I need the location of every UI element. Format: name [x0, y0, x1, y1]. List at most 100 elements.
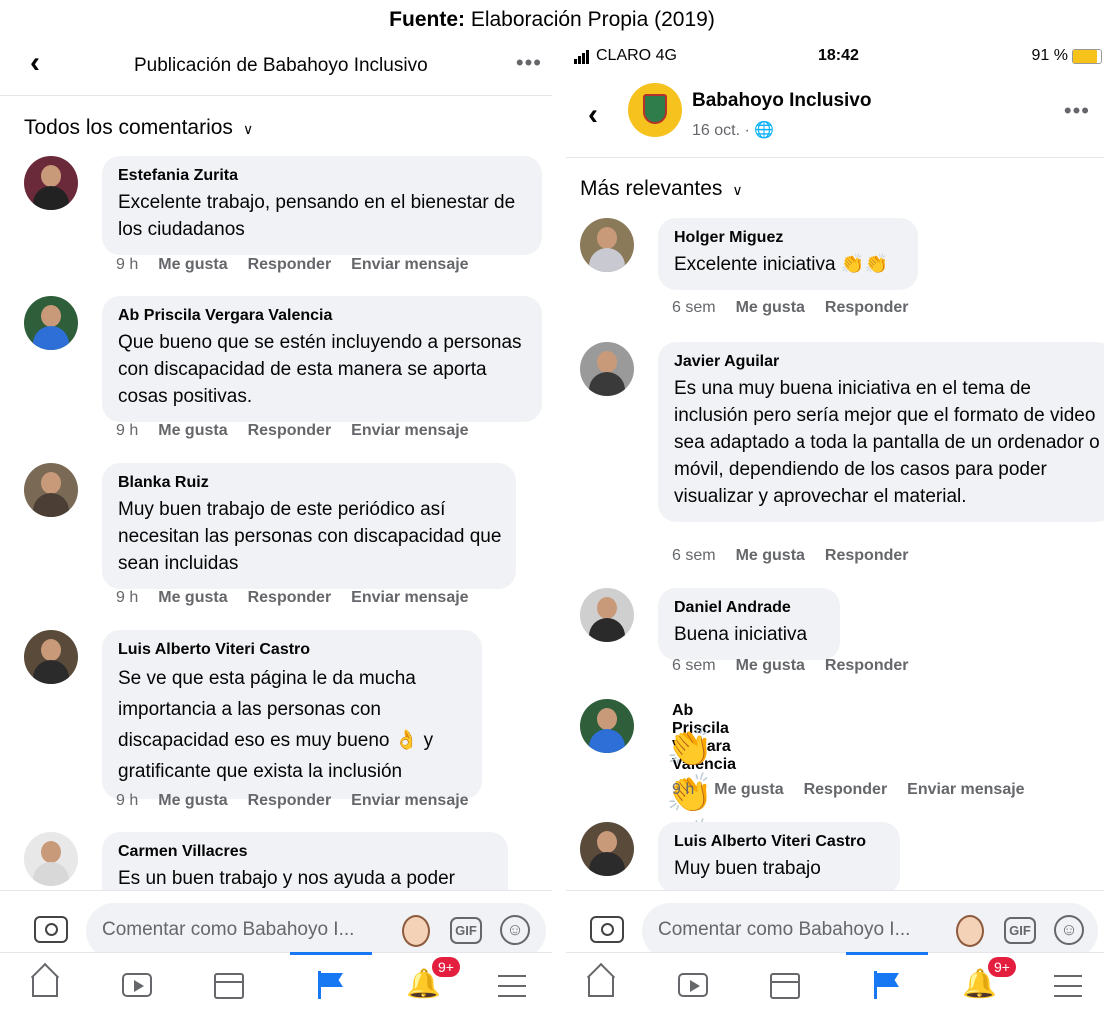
comment-actions: 9 h Me gusta Responder Enviar mensaje: [116, 589, 489, 607]
commenter-name[interactable]: Ab Priscila Vergara Valencia: [118, 307, 528, 325]
avatar[interactable]: [580, 218, 634, 272]
like-button[interactable]: Me gusta: [736, 299, 805, 316]
commenter-name[interactable]: Luis Alberto Viteri Castro: [118, 641, 468, 659]
send-message-button[interactable]: Enviar mensaje: [351, 256, 468, 273]
back-arrow-icon[interactable]: ‹: [30, 48, 40, 78]
reply-button[interactable]: Responder: [248, 256, 332, 273]
tab-marketplace[interactable]: [184, 953, 274, 1012]
post-header: ‹ Publicación de Babahoyo Inclusivo •••: [0, 38, 552, 96]
home-icon: [588, 977, 614, 997]
avatar[interactable]: [580, 699, 634, 753]
flag-icon: [318, 971, 344, 999]
comment-bubble[interactable]: Holger Miguez Excelente iniciativa 👏👏: [658, 218, 918, 290]
avatar[interactable]: [580, 588, 634, 642]
like-button[interactable]: Me gusta: [158, 792, 227, 809]
page-avatar-icon[interactable]: [402, 915, 430, 947]
reply-button[interactable]: Responder: [804, 781, 888, 798]
commenter-name[interactable]: Blanka Ruiz: [118, 474, 502, 492]
comment-placeholder: Comentar como Babahoyo I...: [658, 919, 911, 940]
like-button[interactable]: Me gusta: [714, 781, 783, 798]
commenter-name[interactable]: Daniel Andrade: [674, 599, 826, 617]
comment-placeholder: Comentar como Babahoyo I...: [102, 919, 355, 940]
page-logo[interactable]: [628, 83, 682, 137]
avatar[interactable]: [24, 296, 78, 350]
like-button[interactable]: Me gusta: [158, 422, 227, 439]
marketplace-icon: [214, 973, 244, 999]
like-button[interactable]: Me gusta: [158, 256, 227, 273]
comment-bubble[interactable]: Luis Alberto Viteri Castro Se ve que est…: [102, 630, 482, 799]
like-button[interactable]: Me gusta: [736, 547, 805, 564]
avatar[interactable]: [580, 342, 634, 396]
video-icon: [678, 973, 708, 997]
avatar[interactable]: [24, 630, 78, 684]
comment-bubble[interactable]: Ab Priscila Vergara Valencia Que bueno q…: [102, 296, 542, 422]
send-message-button[interactable]: Enviar mensaje: [351, 589, 468, 606]
comment-sort-dropdown[interactable]: Todos los comentarios ∨: [24, 116, 253, 140]
right-screenshot: CLARO 4G 18:42 91 % ‹ Babahoyo Inclusivo…: [566, 38, 1104, 1012]
comment-bubble[interactable]: Javier Aguilar Es una muy buena iniciati…: [658, 342, 1104, 522]
tab-menu[interactable]: [1024, 953, 1104, 1012]
comment-bubble[interactable]: Luis Alberto Viteri Castro Muy buen trab…: [658, 822, 900, 894]
back-arrow-icon[interactable]: ‹: [588, 100, 598, 130]
tab-home[interactable]: [566, 953, 646, 1012]
tab-notifications[interactable]: 🔔 9+: [376, 953, 466, 1012]
comment-bubble[interactable]: Blanka Ruiz Muy buen trabajo de este per…: [102, 463, 516, 589]
commenter-name[interactable]: Estefania Zurita: [118, 167, 528, 185]
comment-text: Muy buen trabajo de este periódico así n…: [118, 499, 502, 574]
reply-button[interactable]: Responder: [248, 589, 332, 606]
tab-pages[interactable]: [842, 952, 932, 1012]
send-message-button[interactable]: Enviar mensaje: [351, 422, 468, 439]
comment-input[interactable]: Comentar como Babahoyo I... GIF ☺: [642, 903, 1098, 959]
tab-watch[interactable]: [648, 953, 738, 1012]
gif-icon[interactable]: GIF: [450, 917, 482, 944]
commenter-name[interactable]: Holger Miguez: [674, 229, 904, 247]
tab-pages[interactable]: [286, 952, 376, 1012]
post-title: Publicación de Babahoyo Inclusivo: [134, 55, 428, 76]
like-button[interactable]: Me gusta: [158, 589, 227, 606]
avatar[interactable]: [24, 156, 78, 210]
post-date: 16 oct. · 🌐: [692, 122, 775, 139]
send-message-button[interactable]: Enviar mensaje: [907, 781, 1024, 798]
comment-bubble[interactable]: Daniel Andrade Buena iniciativa: [658, 588, 840, 660]
emoji-icon[interactable]: ☺: [500, 915, 530, 945]
tab-menu[interactable]: [468, 953, 552, 1012]
more-icon[interactable]: •••: [1064, 100, 1090, 122]
page-name[interactable]: Babahoyo Inclusivo: [692, 90, 871, 112]
reply-button[interactable]: Responder: [825, 657, 909, 674]
bottom-tab-bar: 🔔 9+: [566, 952, 1104, 1012]
reply-button[interactable]: Responder: [825, 299, 909, 316]
camera-icon[interactable]: [590, 916, 624, 943]
caption-text: Elaboración Propia (2019): [465, 8, 715, 31]
tab-notifications[interactable]: 🔔 9+: [932, 953, 1022, 1012]
comment-text: Excelente iniciativa 👏👏: [674, 254, 889, 275]
commenter-name[interactable]: Javier Aguilar: [674, 353, 1100, 371]
tab-home[interactable]: [0, 953, 90, 1012]
comment-actions: 9 h Me gusta Responder Enviar mensaje: [116, 792, 489, 810]
signal-icon: [574, 46, 590, 64]
gif-icon[interactable]: GIF: [1004, 917, 1036, 944]
carrier-label: CLARO 4G: [596, 47, 677, 64]
home-icon: [32, 977, 58, 997]
more-icon[interactable]: •••: [516, 52, 542, 74]
send-message-button[interactable]: Enviar mensaje: [351, 792, 468, 809]
avatar[interactable]: [24, 832, 78, 886]
reply-button[interactable]: Responder: [248, 792, 332, 809]
commenter-name[interactable]: Carmen Villacres: [118, 843, 494, 861]
camera-icon[interactable]: [34, 916, 68, 943]
avatar[interactable]: [580, 822, 634, 876]
page-avatar-icon[interactable]: [956, 915, 984, 947]
emoji-icon[interactable]: ☺: [1054, 915, 1084, 945]
comment-sort-dropdown[interactable]: Más relevantes ∨: [580, 177, 743, 201]
avatar[interactable]: [24, 463, 78, 517]
comment-input[interactable]: Comentar como Babahoyo I... GIF ☺: [86, 903, 546, 959]
tab-marketplace[interactable]: [740, 953, 830, 1012]
comment-bubble[interactable]: Estefania Zurita Excelente trabajo, pens…: [102, 156, 542, 255]
comment-time: 6 sem: [672, 547, 716, 564]
tab-watch[interactable]: [92, 953, 182, 1012]
post-header: ‹ Babahoyo Inclusivo 16 oct. · 🌐 •••: [566, 72, 1104, 158]
reply-button[interactable]: Responder: [825, 547, 909, 564]
reply-button[interactable]: Responder: [248, 422, 332, 439]
commenter-name[interactable]: Luis Alberto Viteri Castro: [674, 833, 886, 851]
comment-time: 6 sem: [672, 299, 716, 316]
like-button[interactable]: Me gusta: [736, 657, 805, 674]
